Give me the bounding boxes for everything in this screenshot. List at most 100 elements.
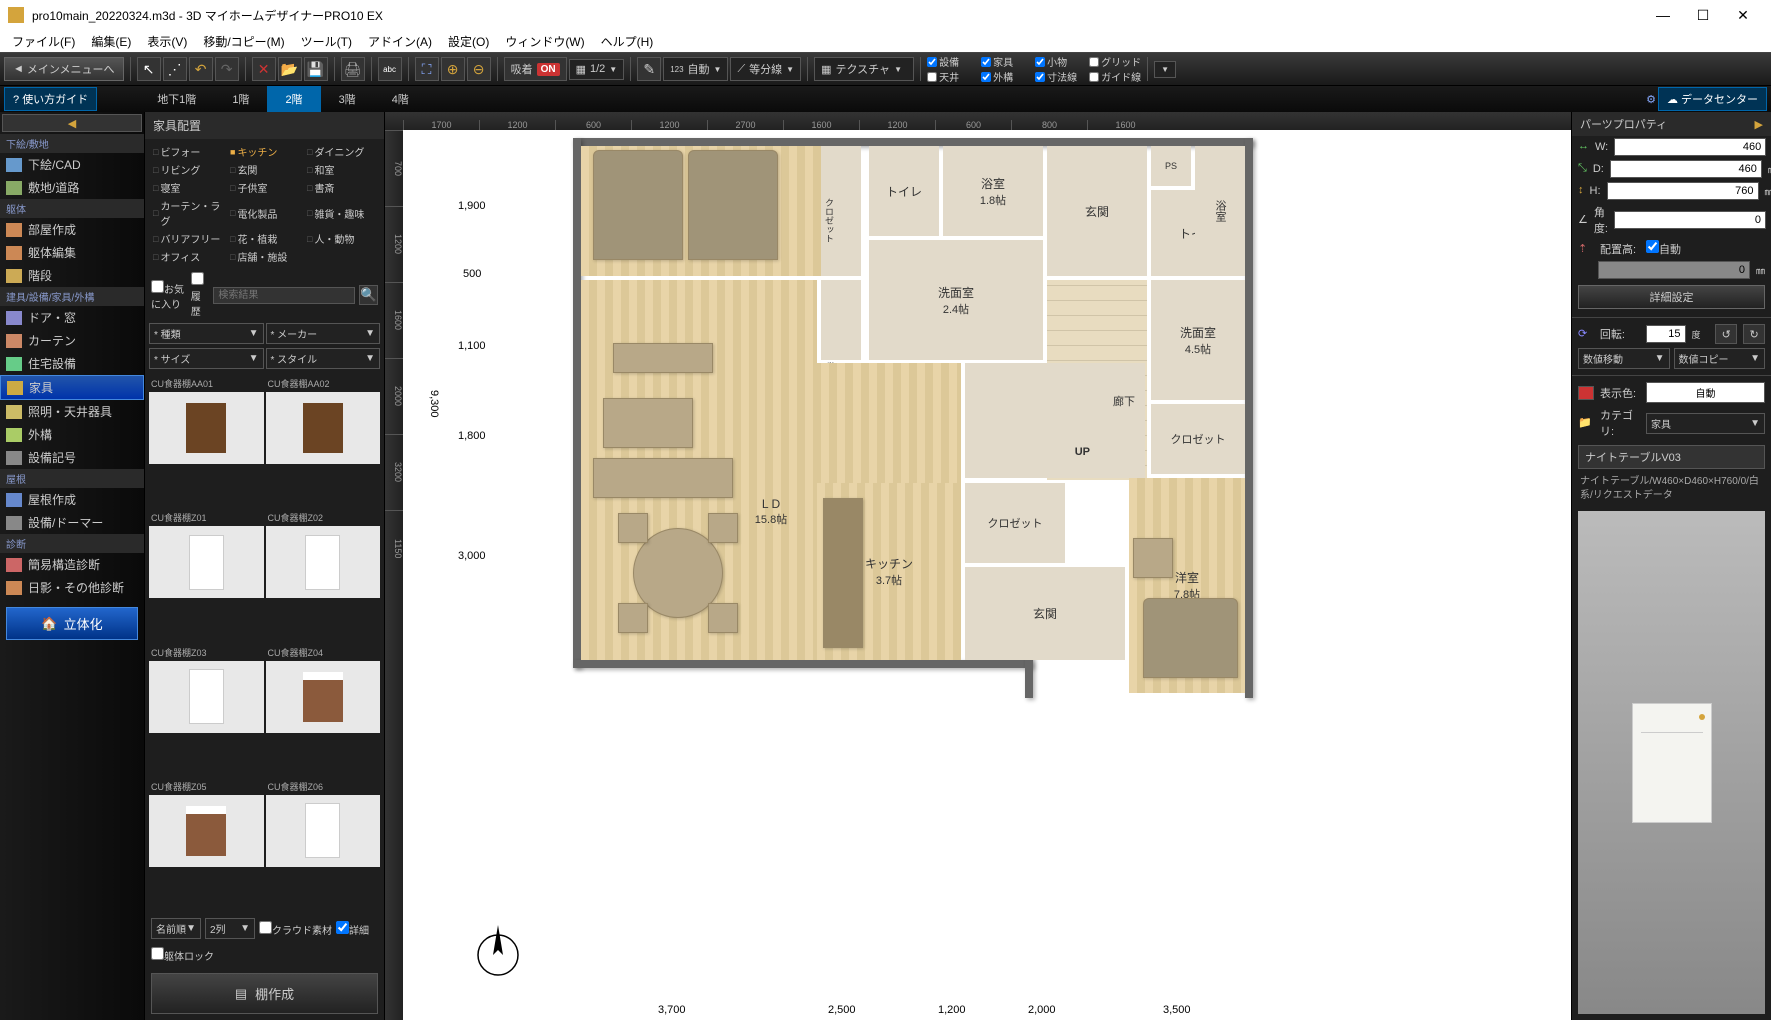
nav-item[interactable]: 敷地/道路: [0, 176, 144, 199]
search-icon[interactable]: 🔍: [359, 285, 378, 305]
sort-select[interactable]: 名前順▼: [151, 918, 201, 939]
width-input[interactable]: [1614, 138, 1766, 156]
furniture-item[interactable]: CU食器棚AA01: [149, 375, 264, 507]
part-name-field[interactable]: ナイトテーブルV03: [1578, 445, 1765, 469]
chair-furniture[interactable]: [708, 603, 738, 633]
nav-item[interactable]: 下絵/CAD: [0, 153, 144, 176]
sofa-furniture[interactable]: [603, 398, 693, 448]
chair-furniture[interactable]: [618, 513, 648, 543]
nav-item[interactable]: 躯体編集: [0, 241, 144, 264]
furniture-item[interactable]: CU食器棚Z05: [149, 778, 264, 910]
nav-item[interactable]: 家具: [0, 375, 144, 400]
zoom-out-icon[interactable]: ⊖: [467, 57, 491, 81]
category-item[interactable]: 和室: [305, 161, 378, 178]
nav-item[interactable]: ドア・窓: [0, 306, 144, 329]
menu-tool[interactable]: ツール(T): [293, 31, 360, 52]
maker-select[interactable]: * メーカー▼: [266, 323, 381, 344]
menu-view[interactable]: 表示(V): [139, 31, 195, 52]
expand-panel-icon[interactable]: ▶: [1755, 118, 1763, 131]
category-item[interactable]: キッチン: [228, 143, 301, 160]
menu-window[interactable]: ウィンドウ(W): [497, 31, 592, 52]
texture-select[interactable]: ▦テクスチャ▼: [814, 57, 914, 81]
kitchen-counter[interactable]: [823, 498, 863, 648]
nav-item[interactable]: 日影・その他診断: [0, 576, 144, 599]
toggle-grid[interactable]: グリッド: [1089, 54, 1141, 69]
zoom-in-icon[interactable]: ⊕: [441, 57, 465, 81]
category-select[interactable]: 家具▼: [1646, 413, 1765, 434]
rotate-input[interactable]: [1646, 325, 1686, 343]
nav-item[interactable]: 設備/ドーマー: [0, 511, 144, 534]
category-item[interactable]: リビング: [151, 161, 224, 178]
display-color-select[interactable]: 自動: [1646, 382, 1765, 403]
floor-tab-1f[interactable]: 1階: [214, 86, 267, 112]
lock-toggle[interactable]: 躯体ロック: [151, 947, 214, 963]
category-item[interactable]: ダイニング: [305, 143, 378, 160]
floor-tab-2f[interactable]: 2階: [267, 86, 320, 112]
desk-furniture[interactable]: [1133, 538, 1173, 578]
category-item[interactable]: 花・植栽: [228, 230, 301, 247]
furniture-item[interactable]: CU食器棚Z04: [266, 644, 381, 776]
abc-icon[interactable]: abc: [378, 57, 402, 81]
category-item[interactable]: バリアフリー: [151, 230, 224, 247]
chair-furniture[interactable]: [618, 603, 648, 633]
open-icon[interactable]: 📂: [278, 57, 302, 81]
bed-furniture[interactable]: [688, 150, 778, 260]
close-button[interactable]: ✕: [1723, 0, 1763, 30]
detail-toggle[interactable]: 詳細: [336, 921, 369, 937]
toggle-guidelines[interactable]: ガイド線: [1089, 69, 1141, 84]
search-input[interactable]: [213, 287, 355, 304]
angle-input[interactable]: [1614, 211, 1766, 229]
back-to-main-button[interactable]: ◄メインメニューへ: [4, 57, 124, 81]
style-select[interactable]: * スタイル▼: [266, 348, 381, 369]
nav-item[interactable]: 住宅設備: [0, 352, 144, 375]
cabinet-furniture[interactable]: [613, 343, 713, 373]
category-item[interactable]: オフィス: [151, 248, 224, 265]
datacenter-button[interactable]: ☁データセンター: [1658, 87, 1767, 111]
size-select[interactable]: * サイズ▼: [149, 348, 264, 369]
category-item[interactable]: 人・動物: [305, 230, 378, 247]
depth-input[interactable]: [1610, 160, 1762, 178]
make-3d-button[interactable]: 🏠立体化: [6, 607, 138, 640]
cols-select[interactable]: 2列▼: [205, 918, 255, 939]
chair-furniture[interactable]: [708, 513, 738, 543]
fit-icon[interactable]: ⛶: [415, 57, 439, 81]
pencil-icon[interactable]: ✎: [637, 57, 661, 81]
detail-settings-button[interactable]: 詳細設定: [1578, 285, 1765, 309]
floor-tab-b1[interactable]: 地下1階: [139, 86, 214, 112]
category-item[interactable]: 寝室: [151, 179, 224, 196]
cloud-toggle[interactable]: クラウド素材: [259, 921, 332, 937]
minimize-button[interactable]: —: [1643, 0, 1683, 30]
settings-gear-icon[interactable]: ⚙: [1646, 93, 1656, 106]
toggle-furniture[interactable]: 家具: [981, 54, 1027, 69]
grid-fraction-select[interactable]: ▦1/2▼: [569, 59, 625, 80]
maximize-button[interactable]: ☐: [1683, 0, 1723, 30]
category-item[interactable]: 書斎: [305, 179, 378, 196]
favorites-toggle[interactable]: お気に入り: [151, 280, 187, 311]
sofa-furniture[interactable]: [593, 458, 733, 498]
delete-icon[interactable]: ✕: [252, 57, 276, 81]
category-item[interactable]: ビフォー: [151, 143, 224, 160]
toggle-dimensions[interactable]: 寸法線: [1035, 69, 1081, 84]
furniture-item[interactable]: CU食器棚Z02: [266, 509, 381, 641]
furniture-item[interactable]: CU食器棚Z03: [149, 644, 264, 776]
toolbar-end-dropdown[interactable]: ▼: [1154, 61, 1176, 78]
numeric-copy-select[interactable]: 数値コピー▼: [1674, 348, 1766, 369]
menu-help[interactable]: ヘルプ(H): [593, 31, 662, 52]
collapse-nav-icon[interactable]: ◀: [2, 114, 142, 132]
rotate-ccw-icon[interactable]: ↺: [1715, 324, 1737, 344]
category-item[interactable]: 玄関: [228, 161, 301, 178]
furniture-item[interactable]: CU食器棚Z06: [266, 778, 381, 910]
menu-edit[interactable]: 編集(E): [83, 31, 139, 52]
create-shelf-button[interactable]: ▤ 棚作成: [151, 973, 378, 1014]
toggle-equipment[interactable]: 設備: [927, 54, 973, 69]
nav-item[interactable]: 階段: [0, 264, 144, 287]
floor-tab-3f[interactable]: 3階: [321, 86, 374, 112]
type-select[interactable]: * 種類▼: [149, 323, 264, 344]
nav-item[interactable]: 設備記号: [0, 446, 144, 469]
category-item[interactable]: 子供室: [228, 179, 301, 196]
category-item[interactable]: カーテン・ラグ: [151, 197, 224, 229]
numeric-move-select[interactable]: 数値移動▼: [1578, 348, 1670, 369]
help-guide-button[interactable]: ? 使い方ガイド: [4, 87, 97, 111]
floorplan-canvas[interactable]: 1,900 500 1,100 1,800 3,000 9,300 3,700 …: [403, 130, 1571, 1020]
floor-tab-4f[interactable]: 4階: [374, 86, 427, 112]
